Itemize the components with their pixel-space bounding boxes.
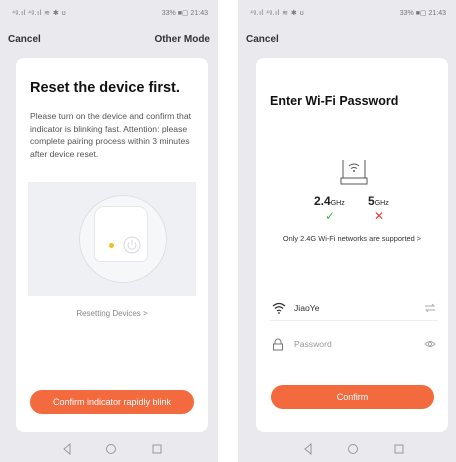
password-placeholder: Password — [294, 339, 332, 349]
recents-icon[interactable] — [392, 442, 406, 456]
nav-bar — [238, 442, 456, 456]
top-bar: Cancel — [246, 34, 448, 50]
signal-indicators: ⁴ᵍ.ıl ⁴ᵍ.ıl ≋ ✱ ʊ — [250, 10, 305, 17]
home-icon[interactable] — [104, 442, 118, 456]
back-icon[interactable] — [302, 442, 314, 456]
reset-card: Reset the device first. Please turn on t… — [16, 58, 208, 432]
swap-icon[interactable] — [424, 303, 436, 313]
left-screen: ⁴ᵍ.ıl ⁴ᵍ.ıl ≋ ✱ ʊ 33% ■▢ 21:43 Cancel Ot… — [0, 0, 218, 462]
cancel-button[interactable]: Cancel — [246, 34, 279, 45]
back-icon[interactable] — [61, 442, 73, 456]
band-24ghz: 2.4GHz — [314, 194, 345, 208]
wifi-name-value: JiaoYe — [294, 303, 320, 313]
home-icon[interactable] — [346, 442, 360, 456]
indicator-light — [109, 243, 114, 248]
resetting-devices-link[interactable]: Resetting Devices > — [16, 309, 208, 318]
wifi-name-field[interactable]: JiaoYe — [270, 298, 438, 321]
right-screen: ⁴ᵍ.ıl ⁴ᵍ.ıl ≋ ✱ ʊ 33% ■▢ 21:43 Cancel En… — [238, 0, 456, 462]
device-illustration — [28, 182, 196, 296]
signal-indicators: ⁴ᵍ.ıl ⁴ᵍ.ıl ≋ ✱ ʊ — [12, 10, 67, 17]
cancel-button[interactable]: Cancel — [8, 34, 41, 45]
confirm-button[interactable]: Confirm — [271, 385, 434, 409]
other-mode-button[interactable]: Other Mode — [154, 34, 210, 45]
status-bar: ⁴ᵍ.ıl ⁴ᵍ.ıl ≋ ✱ ʊ 33% ■▢ 21:43 — [12, 9, 208, 21]
unsupported-cross-icon: ✕ — [374, 209, 385, 223]
supported-networks-link[interactable]: Only 2.4G Wi-Fi networks are supported > — [256, 234, 448, 243]
wifi-icon — [272, 302, 286, 314]
supported-check-icon: ✓ — [325, 209, 336, 223]
router-icon — [340, 160, 368, 185]
wifi-card: Enter Wi-Fi Password 2.4GHz 5GHz ✓ ✕ Onl… — [256, 58, 448, 432]
confirm-blink-button[interactable]: Confirm indicator rapidly blink — [30, 390, 194, 414]
top-bar: Cancel Other Mode — [8, 34, 210, 50]
battery-time: 33% ■▢ 21:43 — [399, 10, 446, 17]
page-title: Reset the device first. — [30, 80, 180, 96]
recents-icon[interactable] — [150, 442, 164, 456]
password-field[interactable]: Password — [270, 334, 438, 356]
battery-time: 33% ■▢ 21:43 — [161, 10, 208, 17]
status-bar: ⁴ᵍ.ıl ⁴ᵍ.ıl ≋ ✱ ʊ 33% ■▢ 21:43 — [250, 9, 446, 21]
eye-icon[interactable] — [424, 339, 436, 349]
lock-icon — [273, 338, 283, 351]
power-icon — [123, 236, 141, 254]
page-title: Enter Wi-Fi Password — [270, 94, 399, 108]
instructions-text: Please turn on the device and confirm th… — [30, 111, 191, 159]
band-5ghz: 5GHz — [368, 194, 389, 208]
nav-bar — [0, 442, 218, 456]
